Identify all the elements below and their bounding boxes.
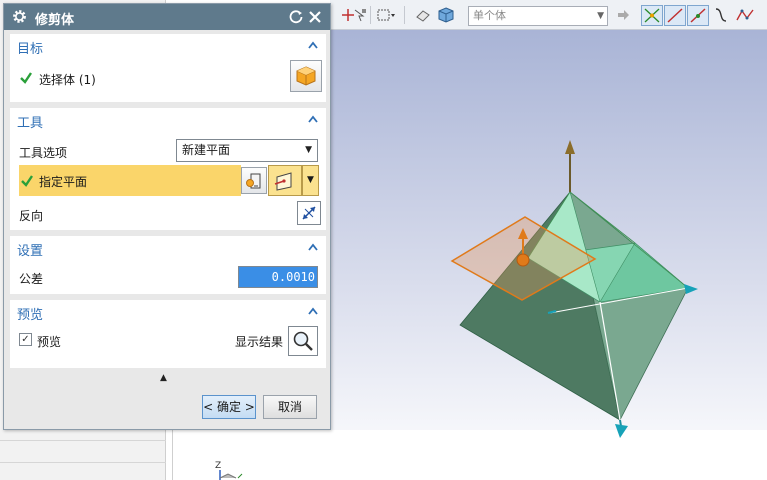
toolbar-separator [404,6,405,24]
chevron-down-icon[interactable]: ▼ [302,165,319,196]
tool-option-value: 新建平面 [182,143,231,157]
reset-icon[interactable] [288,9,304,25]
specify-plane-label: 指定平面 [39,175,88,189]
reverse-direction-button[interactable] [297,201,321,225]
magnifier-icon [293,331,313,351]
reverse-label: 反向 [19,209,44,223]
chevron-up-icon[interactable] [306,240,320,254]
target-group-title: 目标 [17,42,44,57]
check-icon [20,72,32,84]
preview-checkbox[interactable]: ✓ [19,333,32,346]
solid-body-icon [296,66,316,86]
tool-option-label: 工具选项 [19,146,68,160]
nav-divider [0,462,166,463]
plane-icon [274,171,292,191]
plane-dialog-icon [246,173,261,188]
settings-group: 设置 公差 0.0010 [10,236,326,294]
chevron-down-icon: ▼ [305,145,312,155]
close-icon[interactable] [307,9,323,25]
dialog-title: 修剪体 [35,13,75,28]
tool-group-header[interactable]: 工具 [10,108,326,132]
target-group: 目标 选择体 (1) [10,34,326,102]
preview-group: 预览 ✓ 预览 显示结果 [10,300,326,368]
inferred-plane-button[interactable] [268,165,302,196]
chevron-up-icon[interactable] [306,304,320,318]
settings-group-header[interactable]: 设置 [10,236,326,260]
chevron-up-icon: ▲ [160,373,167,383]
select-body-label: 选择体 (1) [39,73,96,87]
tolerance-input[interactable]: 0.0010 [238,266,318,288]
chevron-up-icon[interactable] [306,112,320,126]
gear-icon[interactable] [11,8,28,25]
arrow-right-icon[interactable] [614,4,632,26]
trim-body-dialog: 修剪体 目标 选择体 (1) 工具 工具选项 新建平面 ▼ 指定平面 ▼ 反向 … [3,3,331,430]
specify-plane-row[interactable]: 指定平面 [19,165,241,196]
preview-group-title: 预览 [17,308,44,323]
dialog-titlebar[interactable]: 修剪体 [4,4,330,30]
cancel-button[interactable]: 取消 [263,395,317,419]
plane-dialog-button[interactable] [241,167,267,194]
spline-icon[interactable] [734,4,756,26]
show-result-button[interactable] [288,326,318,356]
curve-icon[interactable] [712,4,730,26]
ok-button[interactable]: < 确定 > [202,395,256,419]
more-options-toggle[interactable]: ▲ [10,371,326,386]
tool-option-select[interactable]: 新建平面 ▼ [176,139,318,162]
select-feature-icon[interactable] [350,4,370,26]
solid-cube-icon[interactable] [436,4,456,26]
tool-group: 工具 工具选项 新建平面 ▼ 指定平面 ▼ 反向 [10,108,326,230]
view-triad: Z [215,461,243,480]
preview-group-header[interactable]: 预览 [10,300,326,324]
svg-text:Z: Z [215,461,221,471]
snap-endpoint-button[interactable] [641,5,663,26]
eraser-icon[interactable] [414,4,432,26]
top-toolbar: 单个体 ▼ [330,0,767,30]
selection-filter-select[interactable]: 单个体 ▼ [468,6,608,26]
check-icon [21,175,33,187]
toolbar-separator [370,6,371,24]
panel-divider [172,430,173,480]
preview-label: 预览 [37,335,62,349]
tool-group-title: 工具 [17,116,44,131]
reverse-direction-icon [302,206,316,220]
select-body-button[interactable] [290,60,322,92]
settings-group-title: 设置 [17,244,44,259]
snap-line-button[interactable] [664,5,686,26]
chevron-down-icon: ▼ [597,11,604,21]
selection-filter-value: 单个体 [473,9,506,22]
snap-curve-button[interactable] [687,5,709,26]
chevron-up-icon[interactable] [306,38,320,52]
trim-body-preview-scene[interactable] [330,30,767,480]
tolerance-label: 公差 [19,272,44,286]
target-group-header[interactable]: 目标 [10,34,326,58]
nav-divider [0,440,166,441]
show-result-label: 显示结果 [235,335,284,349]
selection-box-icon[interactable] [375,4,397,26]
